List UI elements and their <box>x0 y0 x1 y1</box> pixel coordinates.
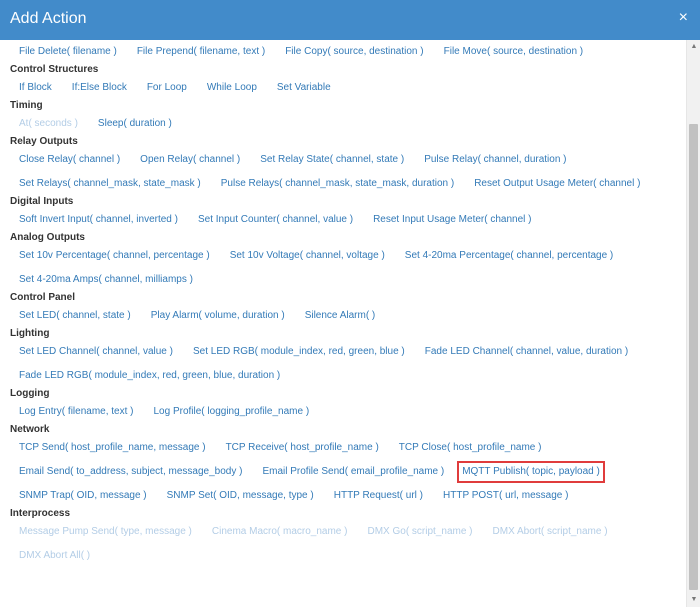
section-title: Timing <box>10 100 43 111</box>
action-link: DMX Go( script_name ) <box>367 526 473 537</box>
section-title: Relay Outputs <box>10 136 78 147</box>
action-link: DMX Abort All( ) <box>19 550 91 561</box>
action-link[interactable]: Email Send( to_address, subject, message… <box>19 460 242 484</box>
action-link[interactable]: Set 4-20ma Percentage( channel, percenta… <box>405 244 613 268</box>
action-link[interactable]: Reset Output Usage Meter( channel ) <box>474 172 640 196</box>
action-section: Lighting Set LED Channel( channel, value … <box>10 328 686 388</box>
action-link[interactable]: TCP Send( host_profile_name, message ) <box>19 436 206 460</box>
scroll-up-icon[interactable]: ▲ <box>687 40 700 54</box>
action-section: Network TCP Send( host_profile_name, mess… <box>10 424 686 508</box>
action-link[interactable]: SNMP Set( OID, message, type ) <box>167 484 314 508</box>
action-link[interactable]: TCP Close( host_profile_name ) <box>399 436 542 460</box>
action-link[interactable]: Reset Input Usage Meter( channel ) <box>373 208 531 232</box>
action-list: At( seconds ) Sleep( duration ) <box>10 112 686 136</box>
section-title: Lighting <box>10 328 50 339</box>
action-link[interactable]: Open Relay( channel ) <box>140 148 240 172</box>
action-link: At( seconds ) <box>19 118 78 129</box>
action-link-highlighted[interactable]: MQTT Publish( topic, payload ) <box>457 461 605 483</box>
action-link[interactable]: Soft Invert Input( channel, inverted ) <box>19 208 178 232</box>
action-list: Set 10v Percentage( channel, percentage … <box>10 244 686 292</box>
action-link[interactable]: File Delete( filename ) <box>19 40 117 64</box>
action-section: Interprocess Message Pump Send( type, mes… <box>10 508 686 568</box>
action-link[interactable]: Silence Alarm( ) <box>305 304 376 328</box>
action-link[interactable]: Set Input Counter( channel, value ) <box>198 208 353 232</box>
action-list: Close Relay( channel ) Open Relay( channe… <box>10 148 686 196</box>
action-list: Soft Invert Input( channel, inverted ) Se… <box>10 208 686 232</box>
action-link[interactable]: Set Relay State( channel, state ) <box>260 148 404 172</box>
action-list: TCP Send( host_profile_name, message ) TC… <box>10 436 686 508</box>
action-section: Timing At( seconds ) Sleep( duration ) <box>10 100 686 136</box>
action-link[interactable]: Set 4-20ma Amps( channel, milliamps ) <box>19 268 193 292</box>
action-link[interactable]: Set 10v Voltage( channel, voltage ) <box>230 244 385 268</box>
action-link[interactable]: SNMP Trap( OID, message ) <box>19 484 147 508</box>
section-title: Analog Outputs <box>10 232 85 243</box>
action-link[interactable]: While Loop <box>207 76 257 100</box>
action-link[interactable]: Set LED( channel, state ) <box>19 304 131 328</box>
action-link[interactable]: Email Profile Send( email_profile_name ) <box>262 460 444 484</box>
section-title: Control Structures <box>10 64 99 75</box>
action-list: File Delete( filename ) File Prepend( fil… <box>10 40 686 64</box>
action-link[interactable]: HTTP POST( url, message ) <box>443 484 568 508</box>
action-section: File Delete( filename ) File Prepend( fil… <box>10 40 686 64</box>
action-link[interactable]: Log Profile( logging_profile_name ) <box>154 400 310 424</box>
action-link[interactable]: File Move( source, destination ) <box>444 40 584 64</box>
action-link: DMX Abort( script_name ) <box>492 526 608 537</box>
action-link[interactable]: If Block <box>19 76 52 100</box>
action-link[interactable]: File Prepend( filename, text ) <box>137 40 265 64</box>
action-link[interactable]: Play Alarm( volume, duration ) <box>151 304 285 328</box>
add-action-dialog: Add Action × File Delete( filename ) File… <box>0 0 700 607</box>
action-link[interactable]: Log Entry( filename, text ) <box>19 400 134 424</box>
action-link[interactable]: Sleep( duration ) <box>98 112 172 136</box>
action-link[interactable]: Set Relays( channel_mask, state_mask ) <box>19 172 201 196</box>
action-section: Control Panel Set LED( channel, state ) Pl… <box>10 292 686 328</box>
action-sections: File Delete( filename ) File Prepend( fil… <box>10 40 686 568</box>
dialog-title: Add Action <box>10 10 87 27</box>
action-link[interactable]: If:Else Block <box>72 76 127 100</box>
section-title: Digital Inputs <box>10 196 74 207</box>
action-section: Relay Outputs Close Relay( channel ) Open … <box>10 136 686 196</box>
section-title: Logging <box>10 388 50 399</box>
action-section: Control Structures If Block If:Else Block F… <box>10 64 686 100</box>
action-link[interactable]: Close Relay( channel ) <box>19 148 120 172</box>
dialog-body: File Delete( filename ) File Prepend( fil… <box>0 40 686 607</box>
vertical-scrollbar[interactable]: ▲ ▼ <box>686 40 700 607</box>
action-list: Set LED Channel( channel, value ) Set LED… <box>10 340 686 388</box>
action-section: Digital Inputs Soft Invert Input( channel… <box>10 196 686 232</box>
action-link[interactable]: Set 10v Percentage( channel, percentage … <box>19 244 210 268</box>
action-link[interactable]: Fade LED RGB( module_index, red, green, … <box>19 364 280 388</box>
action-link[interactable]: Fade LED Channel( channel, value, durati… <box>425 340 628 364</box>
action-section: Analog Outputs Set 10v Percentage( channe… <box>10 232 686 292</box>
section-title: Interprocess <box>10 508 71 519</box>
action-link[interactable]: HTTP Request( url ) <box>334 484 423 508</box>
section-title: Network <box>10 424 50 435</box>
action-link[interactable]: Pulse Relay( channel, duration ) <box>424 148 566 172</box>
action-link: Cinema Macro( macro_name ) <box>211 526 348 537</box>
scroll-down-icon[interactable]: ▼ <box>687 593 700 607</box>
scrollbar-thumb[interactable] <box>689 124 698 590</box>
action-link: Message Pump Send( type, message ) <box>19 526 192 537</box>
action-link[interactable]: Set LED Channel( channel, value ) <box>19 340 173 364</box>
action-link[interactable]: Set Variable <box>277 76 331 100</box>
close-icon[interactable]: × <box>679 10 688 26</box>
action-list: Message Pump Send( type, message ) Cinema… <box>10 520 686 568</box>
action-list: If Block If:Else Block For Loop While Loop S… <box>10 76 686 100</box>
action-link[interactable]: Pulse Relays( channel_mask, state_mask, … <box>221 172 454 196</box>
action-link[interactable]: For Loop <box>147 76 187 100</box>
action-section: Logging Log Entry( filename, text ) Log Pr… <box>10 388 686 424</box>
dialog-header: Add Action × <box>0 0 700 40</box>
action-link[interactable]: File Copy( source, destination ) <box>285 40 423 64</box>
action-link[interactable]: TCP Receive( host_profile_name ) <box>226 436 379 460</box>
action-list: Log Entry( filename, text ) Log Profile( … <box>10 400 686 424</box>
action-list: Set LED( channel, state ) Play Alarm( vol… <box>10 304 686 328</box>
action-link[interactable]: Set LED RGB( module_index, red, green, b… <box>193 340 405 364</box>
section-title: Control Panel <box>10 292 76 303</box>
